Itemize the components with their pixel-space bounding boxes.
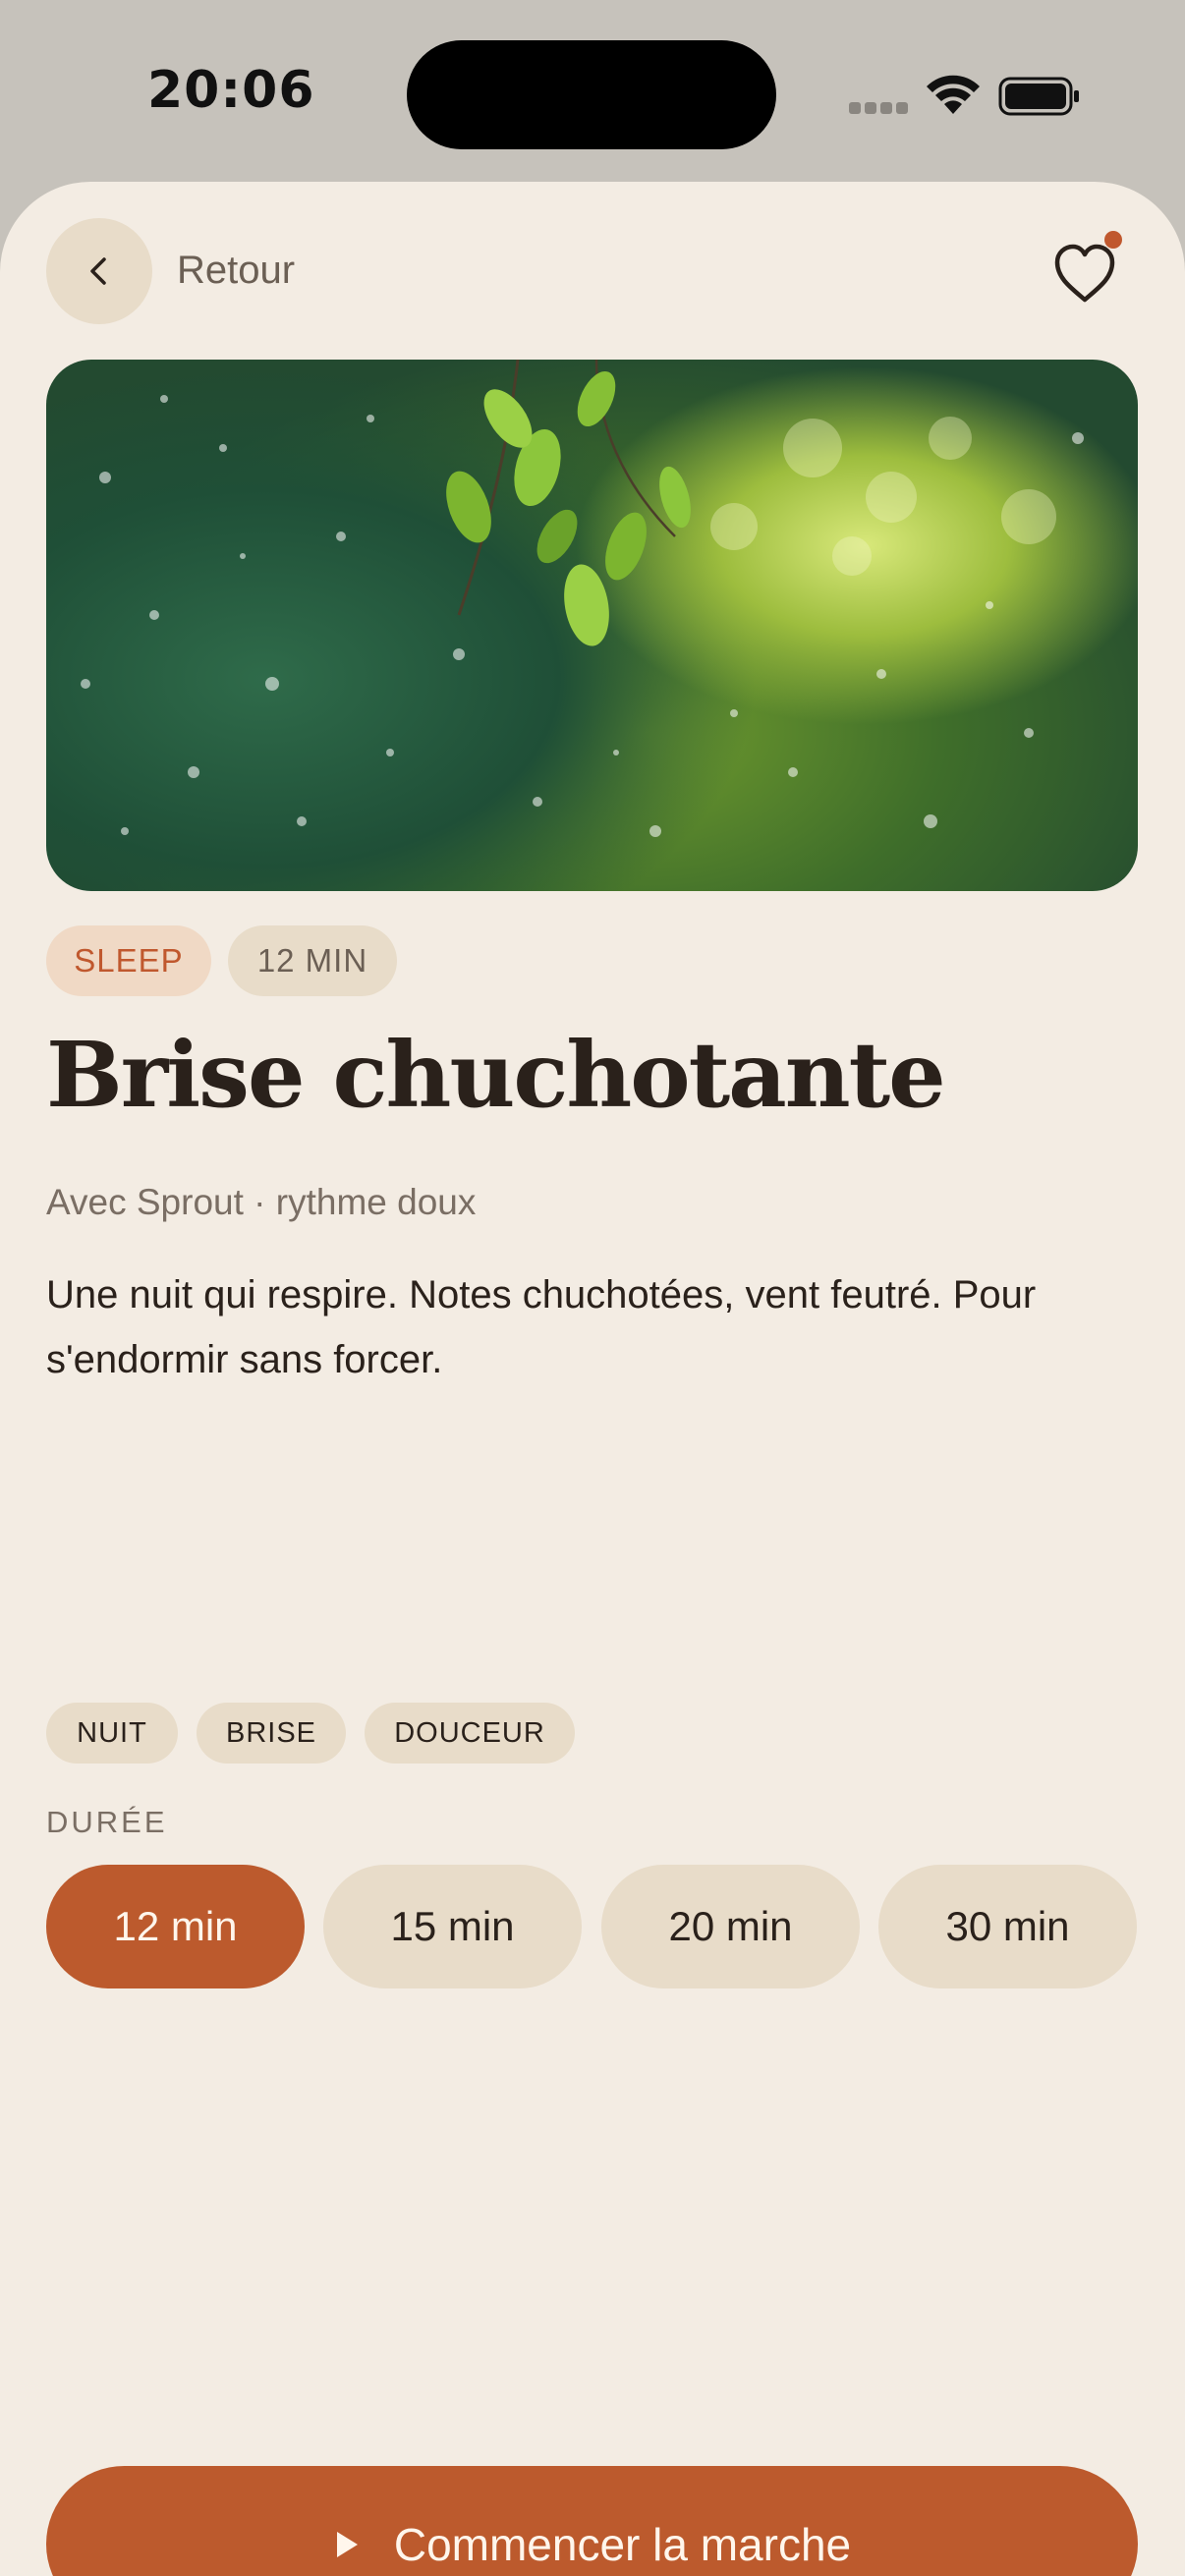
page-title: Brise chuchotante [46,1022,946,1128]
hero-image [46,360,1138,891]
chevron-left-icon [90,257,106,285]
tag-chip: DOUCEUR [365,1703,575,1764]
status-time: 20:06 [147,61,315,120]
back-button[interactable] [46,218,152,324]
dynamic-island [407,40,776,149]
tag-chip: BRISE [197,1703,346,1764]
duration-chip: 12 MIN [228,925,397,996]
favorite-notification-dot [1104,231,1122,249]
description: Une nuit qui respire. Notes chuchotées, … [46,1273,1037,1381]
duration-label: DURÉE [46,1805,168,1839]
tag-chip: NUIT [46,1703,178,1764]
start-button[interactable]: Commencer la marche [46,2466,1138,2576]
duration-option-12[interactable]: 12 min [46,1865,305,1988]
back-label[interactable]: Retour [177,249,295,293]
duration-option-20[interactable]: 20 min [601,1865,860,1988]
status-bar: 20:06 [0,0,1185,187]
duration-option-15[interactable]: 15 min [323,1865,582,1988]
cellular-signal-icon [849,102,908,116]
subtitle: Avec Sprout · rythme doux [46,1182,477,1222]
start-button-label: Commencer la marche [393,2518,852,2570]
duration-option-30[interactable]: 30 min [878,1865,1137,1988]
category-chip: SLEEP [46,925,211,996]
wifi-icon [927,75,980,114]
play-icon [336,2531,358,2557]
battery-icon [998,77,1079,116]
detail-sheet: Retour SLEEP 12 MIN Brise chuchotante Av… [0,182,1185,2576]
